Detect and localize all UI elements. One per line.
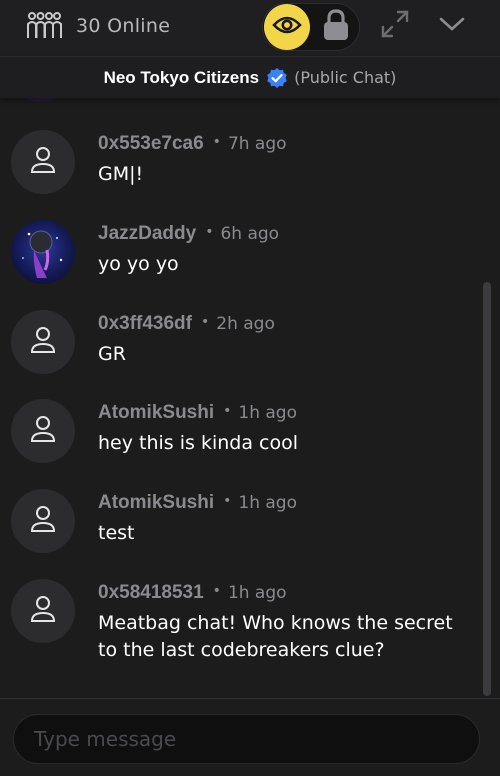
message-username[interactable]: 0x58418531	[98, 582, 204, 604]
avatar[interactable]	[11, 220, 75, 284]
message-username[interactable]: AtomikSushi	[98, 492, 214, 514]
message-timestamp: 1h ago	[227, 583, 287, 603]
avatar[interactable]	[11, 579, 75, 643]
message-text: hey this is kinda cool	[98, 432, 298, 454]
separator-dot: •	[223, 493, 232, 509]
verified-badge-icon	[266, 67, 288, 89]
separator-dot: •	[205, 224, 214, 240]
message-text: Meatbag chat! Who knows the secret to th…	[98, 612, 453, 661]
room-name: Neo Tokyo Citizens	[103, 67, 260, 87]
expand-icon	[380, 9, 410, 43]
chat-title-bar: Neo Tokyo Citizens (Public Chat)	[0, 56, 500, 98]
message-timestamp: 7h ago	[227, 134, 287, 154]
scrollbar[interactable]	[483, 282, 491, 696]
separator-dot: •	[212, 583, 221, 599]
room-type: (Public Chat)	[294, 68, 397, 87]
user-icon	[29, 414, 57, 448]
collapse-button[interactable]	[436, 10, 468, 42]
lock-button[interactable]	[316, 5, 356, 49]
chat-widget: 30 Online 0x553e7ca6 • 7h ago GM|! JazzD…	[0, 0, 500, 776]
profile-image	[22, 230, 63, 278]
user-icon	[29, 594, 57, 628]
message-timestamp: 2h ago	[216, 314, 275, 334]
avatar[interactable]	[11, 399, 75, 463]
chevron-down-icon	[439, 16, 465, 36]
message-timestamp: 6h ago	[220, 224, 280, 244]
user-icon	[29, 325, 57, 359]
expand-button[interactable]	[378, 8, 412, 44]
separator-dot: •	[212, 134, 221, 150]
avatar[interactable]	[11, 489, 75, 553]
lock-icon	[322, 8, 350, 46]
user-icon	[29, 504, 57, 538]
message-timestamp: 1h ago	[238, 403, 297, 423]
online-indicator[interactable]: 30 Online	[26, 11, 170, 41]
message-username[interactable]: AtomikSushi	[98, 402, 214, 424]
user-icon	[29, 145, 57, 179]
message-input[interactable]	[13, 714, 480, 764]
message-text: GR	[98, 343, 126, 365]
avatar[interactable]	[11, 310, 75, 374]
online-count: 30 Online	[76, 15, 171, 37]
message-username[interactable]: JazzDaddy	[98, 223, 196, 245]
separator-dot: •	[223, 403, 232, 419]
separator-dot: •	[201, 314, 210, 330]
message-text: GM|!	[98, 163, 144, 185]
people-group-icon	[26, 11, 62, 41]
message-timestamp: 1h ago	[238, 493, 297, 513]
message-text: test	[98, 522, 135, 544]
top-bar: 30 Online	[0, 0, 500, 56]
eye-icon	[272, 14, 302, 40]
composer	[0, 698, 500, 776]
visibility-button[interactable]	[264, 4, 310, 50]
message-list[interactable]: 0x553e7ca6 • 7h ago GM|! JazzDaddy • 6h …	[0, 56, 486, 698]
message-username[interactable]: 0x553e7ca6	[98, 133, 204, 155]
message-username[interactable]: 0x3ff436df	[98, 313, 192, 335]
avatar[interactable]	[11, 130, 75, 194]
message-text: yo yo yo	[98, 253, 179, 275]
